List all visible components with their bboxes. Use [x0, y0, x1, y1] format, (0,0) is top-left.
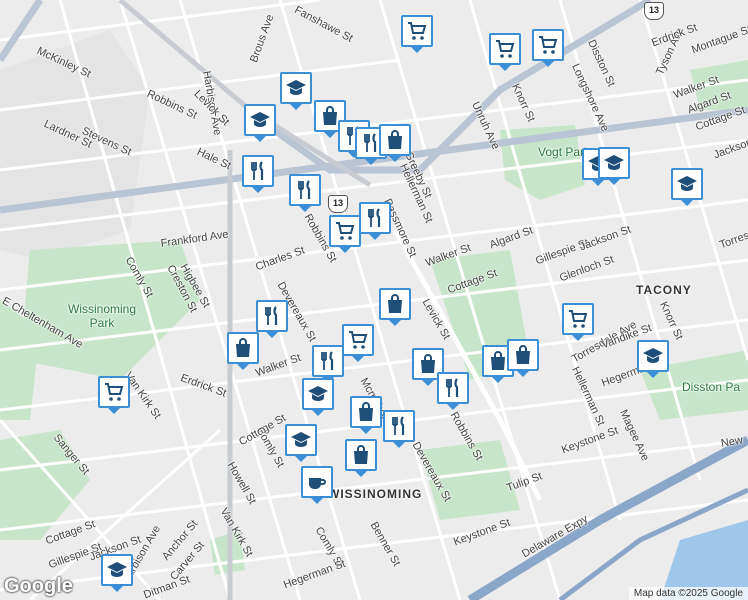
restaurant-marker[interactable] [383, 410, 415, 448]
school-marker[interactable] [285, 424, 317, 462]
school-marker[interactable] [244, 104, 276, 142]
google-logo: Google [4, 575, 73, 597]
cafe-marker[interactable] [301, 466, 333, 504]
school-marker[interactable] [302, 378, 334, 416]
park-label: Disston Pa [682, 380, 741, 394]
school-marker[interactable] [280, 72, 312, 110]
restaurant-marker[interactable] [242, 155, 274, 193]
neighborhood-label: WISSINOMING [328, 487, 423, 501]
shopping-cart-marker[interactable] [401, 15, 433, 53]
school-marker[interactable] [598, 147, 630, 185]
restaurant-marker[interactable] [289, 174, 321, 212]
shopping-cart-marker[interactable] [98, 376, 130, 414]
school-marker[interactable] [637, 340, 669, 378]
restaurant-marker[interactable] [437, 372, 469, 410]
neighborhood-label: TACONY [636, 283, 692, 297]
restaurant-marker[interactable] [256, 300, 288, 338]
shopping-bag-marker[interactable] [379, 124, 411, 162]
route-13-shield: 13 [328, 195, 348, 213]
school-marker[interactable] [671, 168, 703, 206]
map-canvas[interactable]: Fanshawe St Brous Ave Harbison Ave McKin… [0, 0, 748, 600]
shopping-bag-marker[interactable] [379, 288, 411, 326]
shopping-cart-marker[interactable] [532, 29, 564, 67]
shopping-cart-marker[interactable] [329, 215, 361, 253]
map-base [0, 0, 748, 600]
shopping-bag-marker[interactable] [227, 332, 259, 370]
shopping-bag-marker[interactable] [350, 396, 382, 434]
restaurant-marker[interactable] [312, 345, 344, 383]
shopping-cart-marker[interactable] [489, 33, 521, 71]
school-marker[interactable] [101, 554, 133, 592]
shopping-bag-marker[interactable] [507, 339, 539, 377]
park-label: Wissinoming Park [68, 302, 137, 330]
shopping-cart-marker[interactable] [342, 324, 374, 362]
shopping-cart-marker[interactable] [562, 303, 594, 341]
map-attribution[interactable]: Map data ©2025 Google [628, 587, 748, 600]
route-13-shield: 13 [644, 2, 664, 20]
restaurant-marker[interactable] [359, 202, 391, 240]
shopping-bag-marker[interactable] [345, 439, 377, 477]
